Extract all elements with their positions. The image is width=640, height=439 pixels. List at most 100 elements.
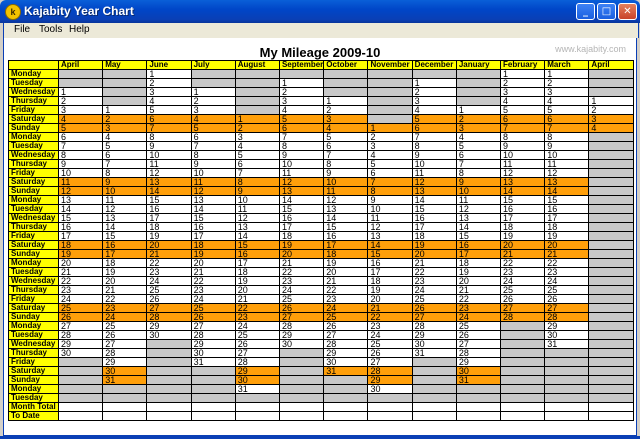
day-cell[interactable]: 30 [146, 330, 192, 340]
day-cell[interactable]: 13 [411, 186, 457, 196]
day-cell[interactable]: 12 [323, 195, 369, 205]
day-cell[interactable]: 1 [234, 114, 280, 124]
day-cell[interactable]: 14 [544, 186, 590, 196]
day-cell[interactable]: 7 [102, 159, 148, 169]
to-date-cell[interactable] [588, 411, 634, 421]
day-cell[interactable]: 25 [146, 285, 192, 295]
day-cell[interactable]: 14 [411, 195, 457, 205]
day-cell[interactable]: 9 [455, 177, 502, 187]
day-cell[interactable]: 19 [367, 285, 413, 295]
day-cell[interactable]: 3 [500, 87, 546, 97]
to-date-cell[interactable] [57, 411, 104, 421]
day-cell[interactable]: 26 [146, 294, 192, 304]
to-date-cell[interactable] [411, 411, 457, 421]
day-cell[interactable]: 22 [500, 258, 546, 268]
day-cell[interactable]: 25 [323, 312, 369, 322]
day-cell[interactable]: 5 [102, 141, 148, 151]
day-cell[interactable]: 9 [544, 141, 590, 151]
day-cell[interactable]: 25 [455, 321, 502, 331]
day-cell[interactable]: 12 [544, 168, 590, 178]
day-cell[interactable]: 24 [411, 285, 457, 295]
day-cell[interactable]: 19 [278, 240, 325, 250]
day-cell[interactable]: 28 [544, 312, 590, 322]
day-cell[interactable]: 11 [102, 195, 148, 205]
day-cell[interactable]: 16 [367, 258, 413, 268]
day-cell[interactable]: 5 [278, 114, 325, 124]
day-cell[interactable]: 26 [544, 294, 590, 304]
day-cell[interactable]: 13 [323, 204, 369, 214]
day-cell[interactable]: 14 [367, 240, 413, 250]
day-cell[interactable]: 9 [278, 150, 325, 160]
day-cell[interactable]: 23 [411, 276, 457, 286]
day-cell[interactable]: 1 [411, 78, 457, 88]
day-cell[interactable]: 28 [190, 330, 236, 340]
day-cell[interactable]: 18 [367, 276, 413, 286]
day-cell[interactable]: 18 [455, 258, 502, 268]
day-cell[interactable]: 24 [102, 312, 148, 322]
day-cell[interactable]: 29 [544, 321, 590, 331]
day-cell[interactable]: 19 [411, 240, 457, 250]
day-cell[interactable]: 29 [367, 375, 413, 385]
day-cell[interactable]: 12 [500, 168, 546, 178]
day-cell[interactable]: 15 [234, 240, 280, 250]
to-date-cell[interactable] [544, 411, 590, 421]
day-cell[interactable]: 3 [234, 132, 280, 142]
day-cell[interactable]: 2 [411, 87, 457, 97]
to-date-cell[interactable] [367, 411, 413, 421]
day-cell[interactable]: 13 [455, 213, 502, 223]
day-cell[interactable]: 2 [102, 114, 148, 124]
day-cell[interactable]: 1 [57, 87, 104, 97]
day-cell[interactable]: 25 [411, 294, 457, 304]
month-total-cell[interactable] [57, 402, 104, 412]
day-cell[interactable]: 15 [500, 195, 546, 205]
day-cell[interactable]: 27 [367, 357, 413, 367]
day-cell[interactable]: 23 [500, 267, 546, 277]
day-cell[interactable]: 17 [500, 213, 546, 223]
day-cell[interactable]: 26 [57, 312, 104, 322]
day-cell[interactable]: 20 [146, 240, 192, 250]
day-cell[interactable]: 22 [234, 303, 280, 313]
day-cell[interactable]: 7 [367, 177, 413, 187]
day-cell[interactable]: 8 [146, 132, 192, 142]
day-cell[interactable]: 22 [411, 267, 457, 277]
day-cell[interactable]: 2 [278, 87, 325, 97]
day-cell[interactable]: 12 [190, 186, 236, 196]
day-cell[interactable]: 13 [146, 177, 192, 187]
day-cell[interactable]: 14 [323, 213, 369, 223]
day-cell[interactable]: 2 [367, 132, 413, 142]
day-cell[interactable]: 25 [367, 339, 413, 349]
day-cell[interactable]: 20 [500, 240, 546, 250]
day-cell[interactable]: 15 [102, 231, 148, 241]
day-cell[interactable]: 15 [190, 213, 236, 223]
day-cell[interactable]: 30 [234, 375, 280, 385]
day-cell[interactable]: 8 [278, 141, 325, 151]
to-date-cell[interactable] [146, 411, 192, 421]
day-cell[interactable]: 28 [278, 321, 325, 331]
day-cell[interactable]: 26 [323, 321, 369, 331]
day-cell[interactable]: 18 [102, 258, 148, 268]
day-cell[interactable]: 13 [234, 222, 280, 232]
day-cell[interactable]: 6 [411, 123, 457, 133]
day-cell[interactable]: 27 [500, 303, 546, 313]
day-cell[interactable]: 14 [146, 186, 192, 196]
day-cell[interactable]: 19 [323, 258, 369, 268]
day-cell[interactable]: 29 [102, 357, 148, 367]
day-cell[interactable]: 30 [102, 366, 148, 376]
day-cell[interactable]: 22 [544, 258, 590, 268]
day-cell[interactable]: 2 [500, 78, 546, 88]
day-cell[interactable]: 2 [57, 96, 104, 106]
day-cell[interactable]: 13 [190, 195, 236, 205]
day-cell[interactable]: 9 [323, 168, 369, 178]
day-cell[interactable]: 4 [588, 123, 634, 133]
day-cell[interactable]: 4 [455, 132, 502, 142]
day-cell[interactable]: 27 [102, 339, 148, 349]
day-cell[interactable]: 7 [544, 123, 590, 133]
day-cell[interactable]: 4 [411, 105, 457, 115]
menu-tools[interactable]: Tools [39, 24, 62, 35]
day-cell[interactable]: 11 [367, 213, 413, 223]
day-cell[interactable]: 7 [234, 168, 280, 178]
day-cell[interactable]: 24 [190, 294, 236, 304]
day-cell[interactable]: 13 [500, 177, 546, 187]
day-cell[interactable]: 16 [455, 240, 502, 250]
day-cell[interactable]: 14 [278, 195, 325, 205]
